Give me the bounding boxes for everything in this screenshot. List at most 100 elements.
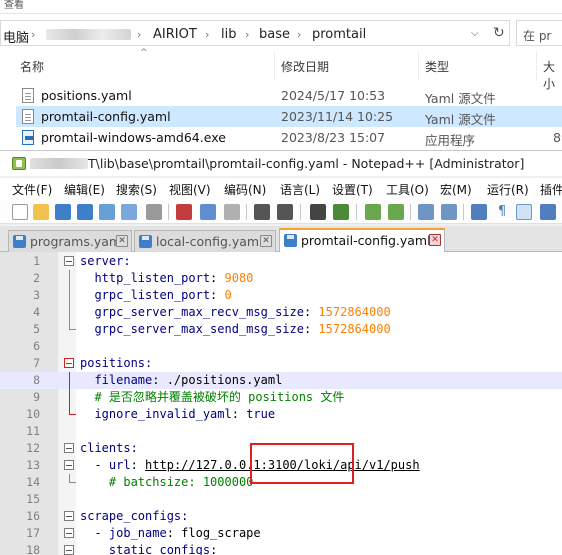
fold-toggle-icon[interactable] [64,460,74,470]
tab-programs-yaml[interactable]: programs.yaml ✕ [8,230,132,252]
code-line[interactable]: 7 positions: [0,355,562,372]
code-line[interactable]: 10 ignore_invalid_yaml: true [0,406,562,423]
breadcrumb-promtail[interactable]: promtail [312,27,366,42]
search-input[interactable]: 在 pr [516,20,562,46]
zoom-out-icon[interactable] [388,204,404,220]
find-icon[interactable] [310,204,326,220]
menu-run[interactable]: 运行(R) [487,181,529,198]
code-editor[interactable]: 1 server: 2 http_listen_port: 9080 3 grp… [0,252,562,555]
menu-file[interactable]: 文件(F) [12,181,52,198]
code-line[interactable]: 17 - job_name: flog_scrape [0,525,562,542]
refresh-icon[interactable]: ↻ [493,25,505,41]
breadcrumb-airiot[interactable]: AIRIOT [153,27,197,42]
zoom-in-icon[interactable] [365,204,381,220]
fold-toggle-icon[interactable] [64,545,74,555]
print-icon[interactable] [146,204,162,220]
column-divider[interactable] [274,51,275,81]
show-all-characters-icon[interactable]: ¶ [494,204,510,220]
close-file-icon[interactable] [99,204,115,220]
close-all-icon[interactable] [121,204,137,220]
sync-vertical-icon[interactable] [418,204,434,220]
file-date: 2023/11/14 10:25 [281,109,394,124]
code-line[interactable]: 1 server: [0,253,562,270]
breadcrumb-computer[interactable]: 电脑 [3,27,29,46]
address-row: 电脑 › › AIRIOT › lib › base › promtail ⌵ … [0,18,562,48]
copy-icon[interactable] [200,204,216,220]
code-text: server: [80,254,131,268]
menu-encoding[interactable]: 编码(N) [224,181,266,198]
user-language-icon[interactable] [540,204,556,220]
menu-edit[interactable]: 编辑(E) [64,181,105,198]
menu-macro[interactable]: 宏(M) [440,181,472,198]
code-line[interactable]: 6 [0,338,562,355]
breadcrumb-separator-icon[interactable]: › [245,28,249,41]
explorer-top-strip: 查看 [0,0,562,14]
fold-toggle-icon[interactable] [64,256,74,266]
file-row[interactable]: promtail-windows-amd64.exe 2023/8/23 15:… [16,127,562,148]
yaml-value: 0 [224,288,232,302]
chevron-down-icon[interactable]: ⌵ [471,28,479,39]
code-line[interactable]: 2 http_listen_port: 9080 [0,270,562,287]
save-icon[interactable] [55,204,71,220]
column-divider[interactable] [536,51,537,81]
column-name[interactable]: 名称 [20,58,44,75]
menu-plugins[interactable]: 插件 [540,181,562,198]
file-row-selected[interactable]: promtail-config.yaml 2023/11/14 10:25 Ya… [16,106,562,127]
close-icon[interactable]: ✕ [429,234,441,246]
fold-toggle-icon[interactable] [64,528,74,538]
code-line[interactable]: 18 static_configs: [0,542,562,555]
undo-icon[interactable] [254,204,270,220]
breadcrumb-separator-icon[interactable]: › [205,28,209,41]
sync-horizontal-icon[interactable] [441,204,457,220]
menu-settings[interactable]: 设置(T) [332,181,373,198]
yaml-value: 1572864000 [318,305,391,319]
breadcrumb-separator-icon[interactable]: › [297,28,301,41]
fold-toggle-icon[interactable] [64,511,74,521]
fold-toggle-icon[interactable] [64,358,74,368]
menu-view[interactable]: 视图(V) [169,181,211,198]
paste-icon[interactable] [224,204,240,220]
replace-icon[interactable] [333,204,349,220]
breadcrumb-base[interactable]: base [259,27,290,42]
file-row[interactable]: positions.yaml 2024/5/17 10:53 Yaml 源文件 [16,85,562,106]
line-number: 1 [33,254,40,268]
code-line[interactable]: 11 [0,423,562,440]
code-line[interactable]: 16 scrape_configs: [0,508,562,525]
file-type: Yaml 源文件 [425,112,496,127]
breadcrumb-separator-icon[interactable]: › [137,28,141,41]
indent-guide-icon[interactable] [516,204,532,220]
code-line[interactable]: 4 grpc_server_max_recv_msg_size: 1572864… [0,304,562,321]
yaml-value: 1572864000 [318,322,391,336]
title-bar[interactable]: T\lib\base\promtail\promtail-config.yaml… [0,151,562,176]
tab-local-config-yaml[interactable]: local-config.yaml ✕ [134,230,276,252]
menu-language[interactable]: 语言(L) [280,181,320,198]
code-line-current[interactable]: 8 filename: ./positions.yaml [0,372,562,389]
toolbar-divider [410,204,411,220]
menu-tools[interactable]: 工具(O) [386,181,429,198]
redo-icon[interactable] [277,204,293,220]
open-folder-icon[interactable] [33,204,49,220]
cut-icon[interactable] [176,204,192,220]
fold-line [69,389,70,406]
address-bar[interactable]: 电脑 › › AIRIOT › lib › base › promtail ⌵ … [0,20,510,46]
tab-promtail-config-yaml[interactable]: promtail-config.yaml ✕ [279,228,445,253]
view-menu-label[interactable]: 查看 [4,0,24,11]
code-line[interactable]: 15 [0,491,562,508]
breadcrumb-lib[interactable]: lib [221,27,236,42]
notepad-plus-plus-window: T\lib\base\promtail\promtail-config.yaml… [0,150,562,555]
new-file-icon[interactable] [12,204,28,220]
column-divider[interactable] [418,51,419,81]
code-line[interactable]: 5 grpc_server_max_send_msg_size: 1572864… [0,321,562,338]
close-icon[interactable]: ✕ [260,235,272,247]
menu-search[interactable]: 搜索(S) [116,181,157,198]
breadcrumb-separator-icon[interactable]: › [31,28,35,41]
code-line[interactable]: 3 grpc_listen_port: 0 [0,287,562,304]
code-line[interactable]: 9 # 是否忽略并覆盖被破坏的 positions 文件 [0,389,562,406]
column-type[interactable]: 类型 [425,58,449,75]
yaml-key: grpc_server_max_send_msg_size [94,322,304,336]
close-icon[interactable]: ✕ [116,235,128,247]
fold-toggle-icon[interactable] [64,443,74,453]
column-date[interactable]: 修改日期 [281,58,329,75]
save-all-icon[interactable] [77,204,93,220]
word-wrap-icon[interactable] [471,204,487,220]
